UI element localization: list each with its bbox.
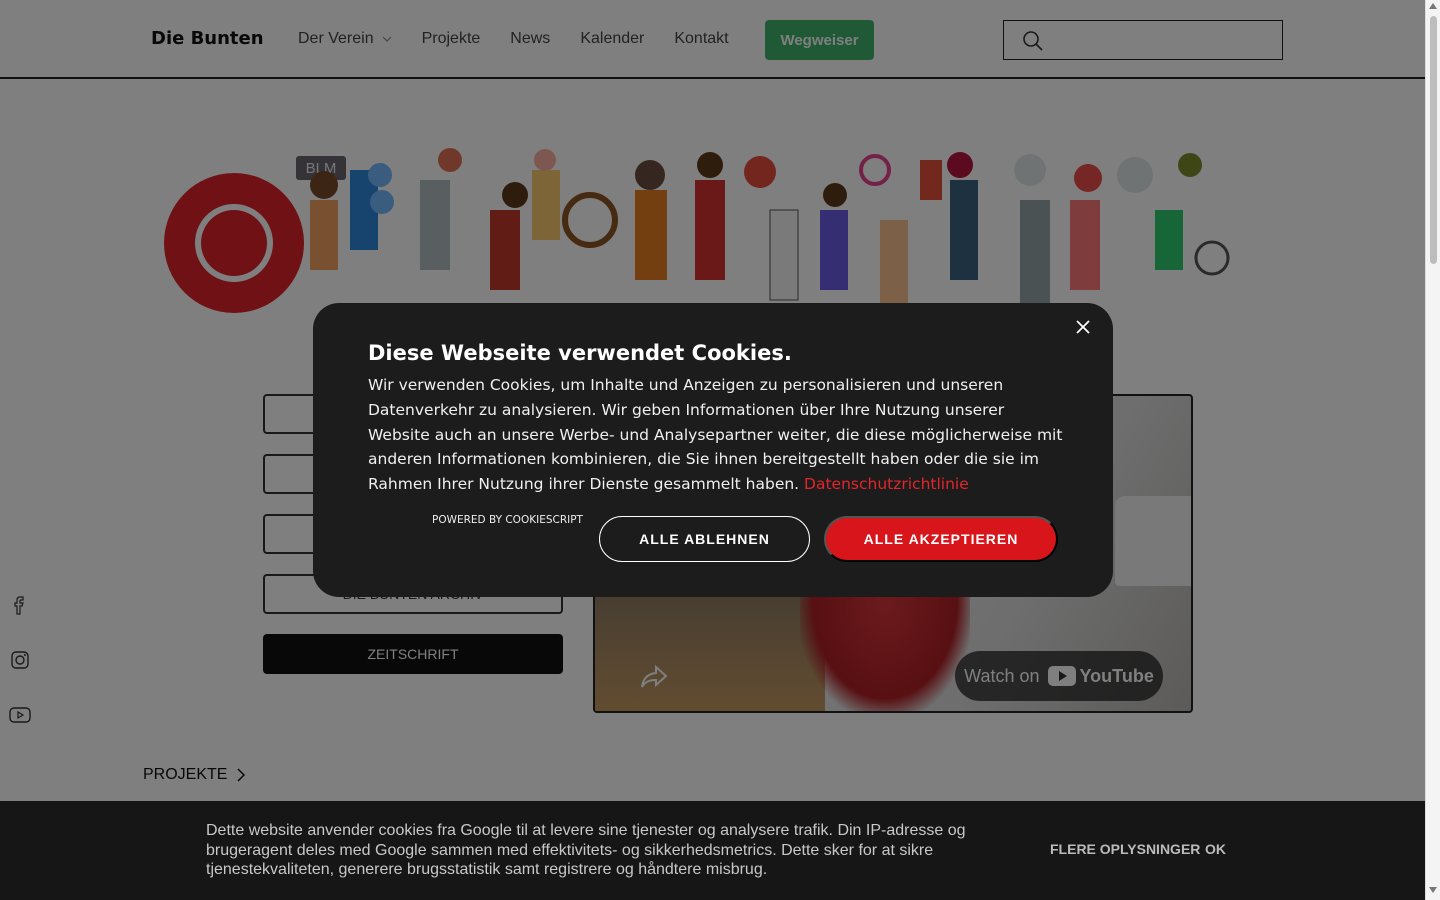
more-info-button[interactable]: FLERE OPLYSNINGER — [1050, 841, 1200, 857]
google-cookie-bar: Dette website anvender cookies fra Googl… — [0, 801, 1425, 900]
cookie-consent-dialog: Diese Webseite verwendet Cookies. Wir ve… — [313, 303, 1113, 597]
powered-by-cookiescript[interactable]: POWERED BY COOKIESCRIPT — [432, 514, 583, 526]
accept-all-button[interactable]: ALLE AKZEPTIEREN — [824, 516, 1058, 562]
reject-all-button[interactable]: ALLE ABLEHNEN — [599, 516, 810, 562]
cookie-dialog-body: Wir verwenden Cookies, um Inhalte und An… — [368, 373, 1068, 497]
google-cookie-text: Dette website anvender cookies fra Googl… — [206, 822, 966, 879]
scroll-down-arrow-icon[interactable] — [1429, 887, 1437, 893]
page: Die Bunten Der Verein Projekte News Kale… — [0, 0, 1425, 900]
scroll-thumb[interactable] — [1430, 16, 1437, 264]
privacy-policy-link[interactable]: Datenschutzrichtlinie — [804, 475, 969, 493]
close-icon[interactable] — [1074, 318, 1092, 336]
page-scrollbar[interactable] — [1425, 0, 1440, 900]
cookie-dialog-title: Diese Webseite verwendet Cookies. — [368, 341, 792, 365]
ok-button[interactable]: OK — [1205, 841, 1226, 857]
scroll-up-arrow-icon[interactable] — [1429, 3, 1437, 9]
